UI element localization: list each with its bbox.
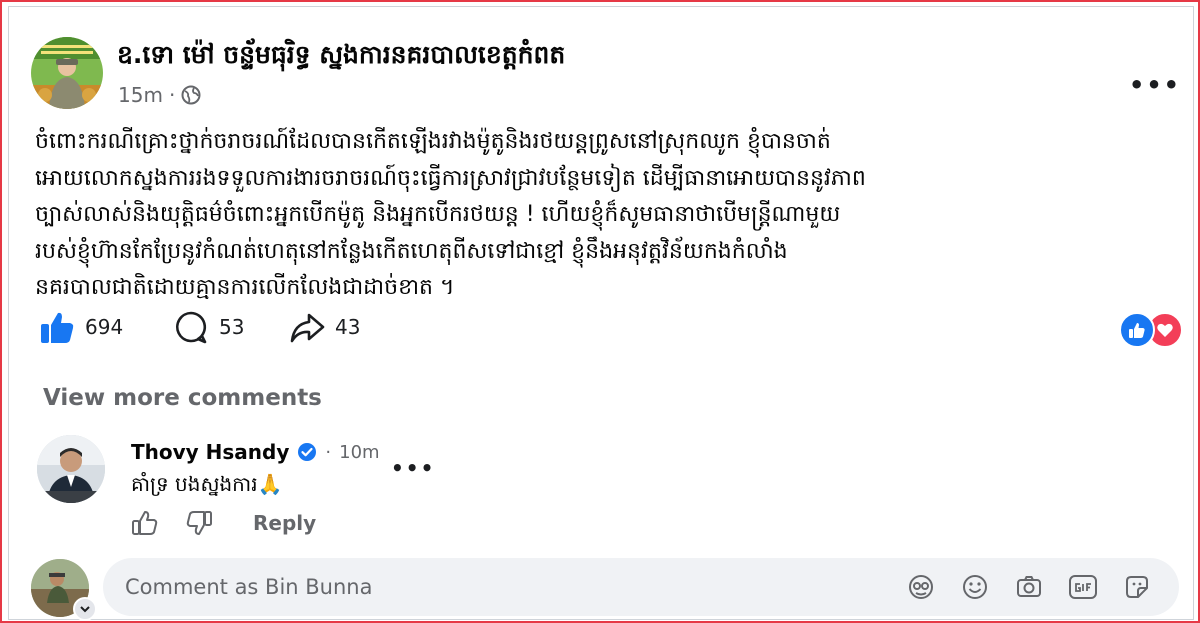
globe-icon xyxy=(181,85,201,105)
reply-button[interactable]: Reply xyxy=(253,511,316,535)
share-icon xyxy=(290,313,325,343)
camera-icon[interactable] xyxy=(1013,571,1045,603)
composer-tools xyxy=(905,571,1153,603)
post-text-line: ចំពោះករណីគ្រោះថ្នាក់ចរាចរណ៍ដែលបានកើតឡើងរ… xyxy=(35,129,831,154)
reaction-summary[interactable] xyxy=(1119,312,1183,348)
comment-composer xyxy=(31,555,1181,621)
comment-count: 53 xyxy=(219,315,245,339)
chevron-down-icon[interactable] xyxy=(73,597,97,621)
share-count: 43 xyxy=(335,315,361,339)
comment-text: គាំទ្រ បងស្នងការ🙏 xyxy=(131,472,283,496)
post-header: ឧ.ទោ ម៉ៅ ចន្ទ័មធុរិទ្ធ ស្នងការនគរបាលខេត្… xyxy=(31,25,1181,111)
comment-input[interactable] xyxy=(123,568,827,606)
thumbs-down-icon[interactable] xyxy=(185,509,213,537)
thumbs-up-icon[interactable] xyxy=(131,509,159,537)
comment-input-container xyxy=(103,558,1179,616)
comment-author-name[interactable]: Thovy Hsandy xyxy=(131,440,289,464)
like-count: 694 xyxy=(85,315,124,339)
post-text-line: អោយលោកស្នងការរងទទួលការងារចរាចរណ៍ចុះធ្វើក… xyxy=(35,165,866,191)
like-icon xyxy=(41,312,74,343)
comment-time[interactable]: 10m xyxy=(339,442,379,463)
post-time[interactable]: 15m xyxy=(118,83,163,107)
commenter-avatar[interactable] xyxy=(37,435,105,503)
reaction-bar: 694 53 43 xyxy=(39,309,1184,353)
comment-more-icon[interactable]: ••• xyxy=(391,456,435,480)
more-options-icon[interactable]: ••• xyxy=(1129,71,1181,99)
comment-icon xyxy=(175,311,207,344)
gif-icon[interactable] xyxy=(1067,571,1099,603)
comment-item: Thovy Hsandy · 10m គាំទ្រ បងស្នងការ🙏 •••… xyxy=(37,433,1037,543)
post-author-name[interactable]: ឧ.ទោ ម៉ៅ ចន្ទ័មធុរិទ្ធ ស្នងការនគរបាលខេត្… xyxy=(117,40,565,76)
like-badge-icon xyxy=(1119,312,1155,348)
emoji-icon[interactable] xyxy=(959,571,991,603)
post-meta: 15m · xyxy=(118,83,201,107)
post-card: ឧ.ទោ ម៉ៅ ចន្ទ័មធុរិទ្ធ ស្នងការនគរបាលខេត្… xyxy=(8,6,1194,621)
share-button[interactable]: 43 xyxy=(289,309,360,345)
author-avatar[interactable] xyxy=(31,37,103,109)
view-more-comments-link[interactable]: View more comments xyxy=(43,385,322,411)
comment-author-row: Thovy Hsandy · 10m xyxy=(131,440,380,464)
comment-button[interactable]: 53 xyxy=(173,309,244,345)
post-body: ចំពោះករណីគ្រោះថ្នាក់ចរាចរណ៍ដែលបានកើតឡើងរ… xyxy=(35,124,1175,307)
post-text-line: របស់ខ្ញុំហ៊ានកែប្រែនូវកំណត់ហេតុនៅកន្លែងក… xyxy=(35,238,788,264)
like-button[interactable]: 694 xyxy=(39,309,123,345)
verified-icon xyxy=(298,443,317,461)
avatar-sticker-icon[interactable] xyxy=(905,571,937,603)
post-text-line: នគរបាលជាតិដោយគ្មានការលើកលែងជាដាច់ខាត ។ xyxy=(35,275,455,300)
sticker-icon[interactable] xyxy=(1121,571,1153,603)
comment-actions: Reply xyxy=(131,509,316,537)
post-text-line: ច្បាស់លាស់និងយុត្តិធម៌ចំពោះអ្នកបើកម៉ូតូ … xyxy=(35,202,841,227)
